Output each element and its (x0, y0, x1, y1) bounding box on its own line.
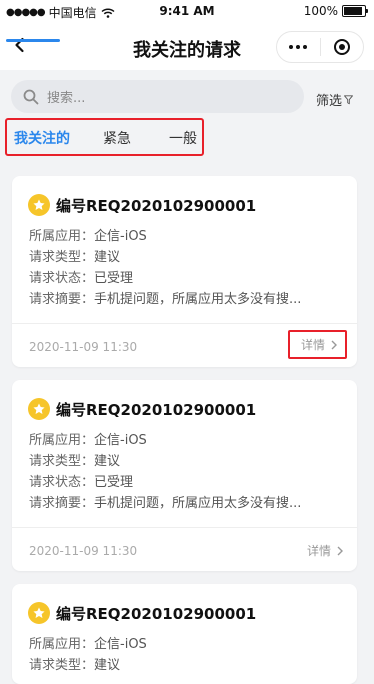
card-header: 编号REQ2020102900001 (28, 398, 256, 420)
request-card[interactable]: 编号REQ2020102900001 所属应用：企信-iOS 请求类型：建议 请… (12, 176, 357, 367)
card-header: 编号REQ2020102900001 (28, 602, 256, 624)
chevron-right-icon (337, 546, 343, 555)
field-value: 企信-iOS (94, 433, 147, 448)
field-value: 建议 (94, 250, 121, 265)
filter-funnel-icon (344, 94, 353, 104)
star-icon (28, 602, 50, 624)
request-card[interactable]: 编号REQ2020102900001 所属应用：企信-iOS 请求类型：建议 (12, 584, 357, 684)
field-label: 请求状态： (29, 271, 95, 286)
field-label: 请求类型： (29, 454, 95, 469)
status-right: 100% (303, 4, 368, 18)
card-header: 编号REQ2020102900001 (28, 194, 256, 216)
field-type: 请求类型：建议 (29, 451, 301, 472)
request-id: 编号REQ2020102900001 (56, 196, 257, 215)
field-label: 所属应用： (29, 433, 95, 448)
status-bar: ●●●●● 中国电信 9:41 AM 100% (0, 0, 374, 24)
detail-label: 详情 (300, 338, 325, 352)
field-type: 请求类型：建议 (29, 655, 147, 676)
card-divider (12, 323, 357, 324)
search-placeholder: 搜索... (47, 91, 86, 106)
field-value: 企信-iOS (94, 637, 147, 652)
active-tab-indicator (6, 39, 60, 42)
more-button[interactable] (277, 32, 320, 62)
more-dots-icon (289, 45, 308, 49)
field-value: 已受理 (94, 475, 134, 490)
field-value: 建议 (94, 454, 121, 469)
field-label: 请求摘要： (29, 292, 95, 307)
nav-bar: 我关注的请求 (0, 24, 374, 70)
battery-percent: 100% (303, 4, 338, 18)
field-value: 手机提问题，所属应用太多没有搜... (94, 292, 302, 307)
field-app: 所属应用：企信-iOS (29, 226, 301, 247)
field-app: 所属应用：企信-iOS (29, 634, 147, 655)
card-fields: 所属应用：企信-iOS 请求类型：建议 请求状态：已受理 请求摘要：手机提问题，… (29, 430, 301, 514)
field-label: 请求类型： (29, 658, 95, 673)
tab-bar: 我关注的 紧急 一般 (5, 118, 204, 156)
filter-label: 筛选 (316, 94, 343, 109)
battery-fill (344, 7, 362, 15)
field-type: 请求类型：建议 (29, 247, 301, 268)
request-time: 2020-11-09 11:30 (29, 544, 138, 558)
tab-general[interactable]: 一般 (169, 128, 197, 148)
field-summary: 请求摘要：手机提问题，所属应用太多没有搜... (29, 493, 301, 514)
search-icon (23, 89, 39, 104)
field-app: 所属应用：企信-iOS (29, 430, 301, 451)
mini-program-capsule (276, 31, 364, 63)
field-value: 企信-iOS (94, 229, 147, 244)
field-value: 建议 (94, 658, 121, 673)
field-label: 所属应用： (29, 229, 95, 244)
request-card[interactable]: 编号REQ2020102900001 所属应用：企信-iOS 请求类型：建议 请… (12, 380, 357, 571)
search-input[interactable]: 搜索... (11, 80, 304, 113)
detail-button[interactable]: 详情 (307, 542, 343, 559)
tab-urgent[interactable]: 紧急 (103, 128, 131, 148)
star-icon (28, 194, 50, 216)
detail-label: 详情 (306, 544, 331, 558)
field-status: 请求状态：已受理 (29, 472, 301, 493)
search-area: 搜索... 筛选 (0, 70, 374, 124)
request-id: 编号REQ2020102900001 (56, 604, 257, 623)
field-label: 请求状态： (29, 475, 95, 490)
card-fields: 所属应用：企信-iOS 请求类型：建议 (29, 634, 147, 676)
filter-button[interactable]: 筛选 (316, 90, 353, 109)
card-divider (12, 527, 357, 528)
tab-following[interactable]: 我关注的 (14, 128, 70, 148)
field-label: 请求摘要： (29, 496, 95, 511)
field-value: 已受理 (94, 271, 134, 286)
close-mini-program-button[interactable] (321, 32, 364, 62)
field-value: 手机提问题，所属应用太多没有搜... (94, 496, 302, 511)
field-summary: 请求摘要：手机提问题，所属应用太多没有搜... (29, 289, 301, 310)
chevron-right-icon (331, 340, 337, 349)
card-fields: 所属应用：企信-iOS 请求类型：建议 请求状态：已受理 请求摘要：手机提问题，… (29, 226, 301, 310)
request-id: 编号REQ2020102900001 (56, 400, 257, 419)
star-icon (28, 398, 50, 420)
target-icon (333, 39, 350, 55)
field-label: 所属应用： (29, 637, 95, 652)
request-time: 2020-11-09 11:30 (29, 340, 138, 354)
battery-icon (342, 5, 368, 17)
detail-button[interactable]: 详情 (287, 330, 347, 359)
field-status: 请求状态：已受理 (29, 268, 301, 289)
field-label: 请求类型： (29, 250, 95, 265)
